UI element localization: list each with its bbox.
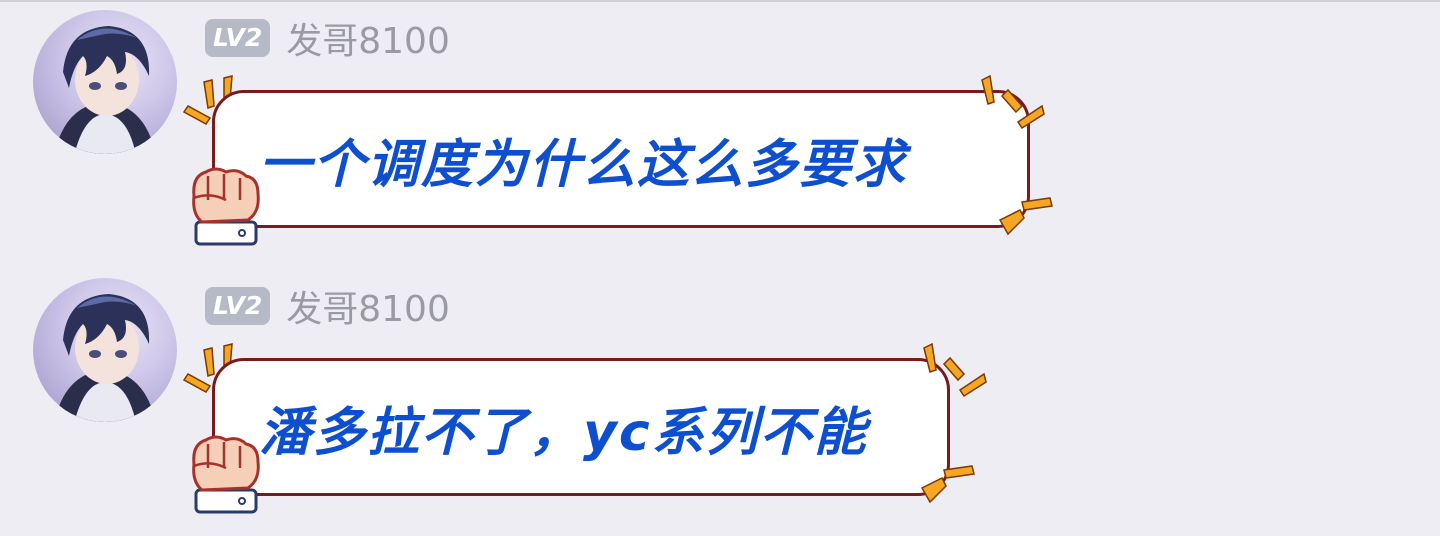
avatar[interactable] [33,278,177,422]
spark-icon [923,342,987,398]
level-badge: LV2 [205,287,271,325]
chat-message: LV2 发哥8100 一个调度为什么这么多要求 [0,2,1440,252]
spark-icon [998,197,1053,236]
fist-icon [192,435,260,514]
message-text: 一个调度为什么这么多要求 [259,134,908,195]
spark-icon [920,465,975,504]
fist-icon [192,167,260,246]
message-header: LV2 发哥8100 [205,284,450,330]
avatar-image [54,294,156,422]
spark-icon [981,74,1045,130]
username[interactable]: 发哥8100 [286,280,450,332]
username[interactable]: 发哥8100 [286,12,450,64]
avatar[interactable] [33,10,177,154]
message-bubble[interactable]: 潘多拉不了，yc系列不能 [212,358,950,496]
message-header: LV2 发哥8100 [205,16,450,62]
avatar-image [54,26,156,154]
chat-message: LV2 发哥8100 潘多拉不了，yc系列不能 [0,270,1440,520]
message-bubble[interactable]: 一个调度为什么这么多要求 [212,90,1030,228]
message-text: 潘多拉不了，yc系列不能 [259,402,868,463]
level-badge: LV2 [205,19,271,57]
